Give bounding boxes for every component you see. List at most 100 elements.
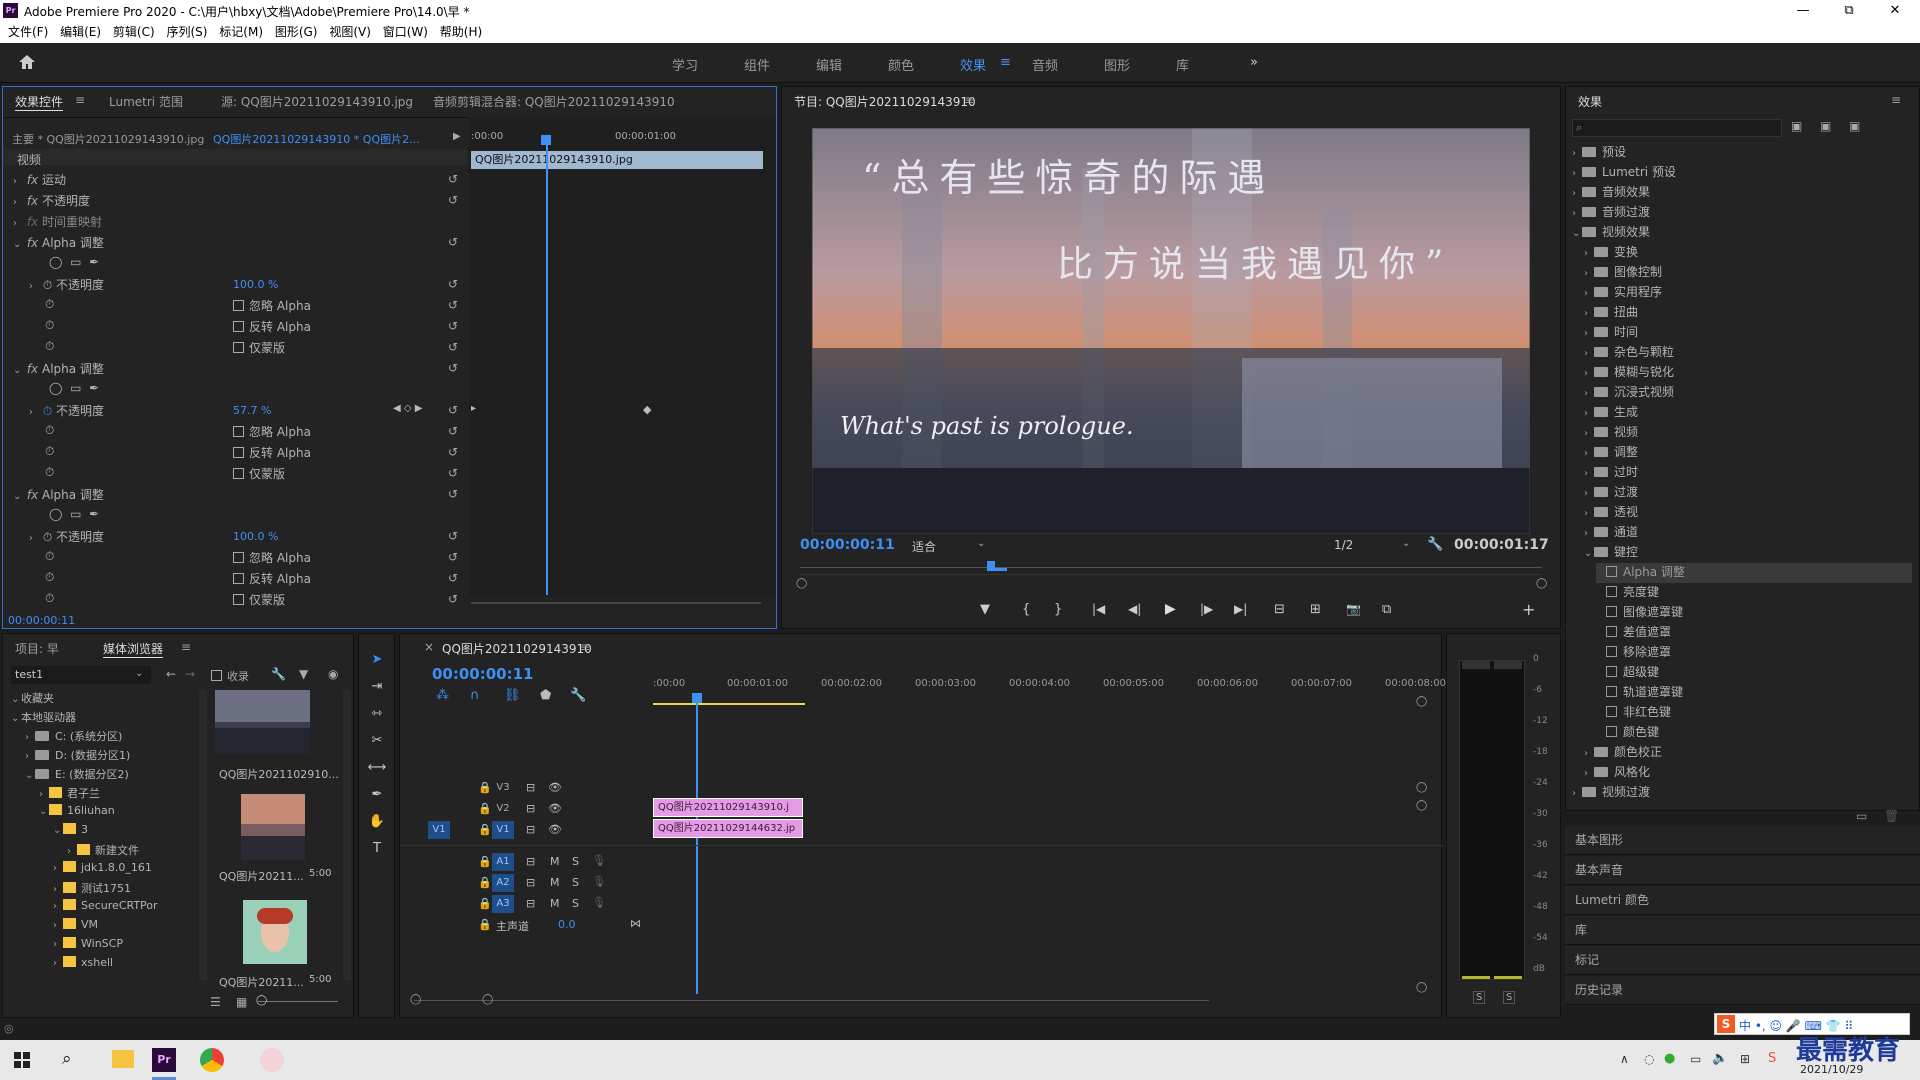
collapse-chevron-icon[interactable]: › [1584, 328, 1594, 339]
linked-selection-icon[interactable]: ⛓ [504, 688, 521, 703]
checkbox-invert-alpha-2[interactable] [233, 447, 244, 458]
media-tree-item[interactable]: › jdk1.8.0_161 [53, 861, 152, 881]
tray-icon-1[interactable]: ◌ [1644, 1052, 1654, 1066]
collapse-chevron-icon[interactable]: › [1584, 428, 1594, 439]
wrench-icon[interactable]: 🔧 [271, 667, 286, 681]
collapsed-panel-1[interactable]: 基本声音 [1565, 856, 1920, 885]
media-tree-item[interactable]: › D: (数据分区1) [25, 747, 130, 767]
accelerated-effects-icon[interactable]: ▣ [1791, 119, 1802, 133]
video-effects-category[interactable]: › 透视 [1584, 503, 1912, 523]
program-scrub-bar[interactable] [800, 567, 1542, 568]
reset-icon[interactable]: ↺ [448, 592, 458, 606]
collapse-chevron-icon[interactable]: › [1584, 368, 1594, 379]
sync-lock-icon[interactable]: ⊟ [526, 781, 535, 794]
tab-lumetri-scopes[interactable]: Lumetri 范围 [109, 93, 183, 110]
chrome-icon[interactable] [200, 1048, 224, 1072]
scroll-end-handle[interactable]: ◯ [1536, 578, 1547, 589]
work-area-bar[interactable] [653, 703, 805, 705]
keying-effect[interactable]: 轨道遮罩键 [1596, 683, 1912, 703]
reset-icon[interactable]: ↺ [448, 319, 458, 333]
collapsed-panel-0[interactable]: 基本图形 [1565, 826, 1920, 855]
workspace-audio[interactable]: 音频 [1032, 55, 1058, 74]
tab-audio-clip-mixer[interactable]: 音频剪辑混合器: QQ图片20211029143910 [433, 93, 675, 110]
opacity-value-2[interactable]: 57.7 % [233, 404, 271, 417]
extract-button[interactable]: ⊞ [1310, 602, 1321, 617]
menu-window[interactable]: 窗口(W) [383, 25, 428, 39]
keying-effect[interactable]: Alpha 调整 [1596, 563, 1912, 583]
menu-marker[interactable]: 标记(M) [219, 25, 263, 39]
video-effects-category[interactable]: › 颜色校正 [1584, 743, 1912, 763]
reset-icon[interactable]: ↺ [448, 172, 458, 186]
lock-icon[interactable]: 🔒 [478, 855, 492, 868]
ingest-checkbox[interactable] [211, 670, 222, 681]
ellipse-mask-icon[interactable]: ◯ [49, 255, 62, 269]
v-scroll-handle-mid[interactable]: ◯ [1416, 782, 1427, 793]
menu-edit[interactable]: 编辑(E) [60, 25, 101, 39]
search-taskbar-icon[interactable]: ⌕ [62, 1049, 72, 1069]
tray-icon-2[interactable]: ● [1664, 1051, 1675, 1066]
menu-graphics[interactable]: 图形(G) [275, 25, 318, 39]
collapse-chevron-icon[interactable]: › [1572, 788, 1582, 799]
h-scroll-start-handle[interactable]: ◯ [410, 994, 421, 1005]
resolution-dropdown[interactable]: 1/2 [1334, 538, 1353, 552]
media-tree-item[interactable]: › xshell [53, 956, 113, 976]
v-scroll-handle-bottom[interactable]: ◯ [1416, 982, 1427, 993]
expand-chevron-icon[interactable]: ⌄ [1572, 228, 1582, 239]
video-effects-category[interactable]: › 过时 [1584, 463, 1912, 483]
v-scroll-handle-top[interactable]: ◯ [1416, 696, 1427, 707]
pen-tool-icon[interactable]: ✒ [367, 787, 387, 805]
reset-icon[interactable]: ↺ [448, 298, 458, 312]
wrench-icon[interactable]: 🔧 [1427, 537, 1443, 552]
reset-icon[interactable]: ↺ [448, 445, 458, 459]
lift-button[interactable]: ⊟ [1274, 602, 1285, 617]
video-effects-category[interactable]: › 扭曲 [1584, 303, 1912, 323]
back-arrow-icon[interactable]: ← [166, 667, 176, 681]
video-effects-category[interactable]: › 变换 [1584, 243, 1912, 263]
menu-clip[interactable]: 剪辑(C) [113, 25, 155, 39]
type-tool-icon[interactable]: T [367, 841, 387, 859]
reset-icon[interactable]: ↺ [448, 466, 458, 480]
solo-button[interactable]: S [572, 876, 579, 889]
go-to-out-button[interactable]: ▶| [1234, 602, 1247, 616]
location-chevron-icon[interactable]: ⌄ [135, 668, 143, 679]
source-patch-v1[interactable]: V1 [428, 821, 450, 839]
ec-clip-bar[interactable]: QQ图片20211029143910.jpg [471, 151, 763, 169]
rect-mask-icon[interactable]: ▭ [70, 255, 81, 269]
chevron-icon[interactable]: ⌄ [11, 713, 21, 724]
collapse-chevron-icon[interactable]: › [1584, 288, 1594, 299]
workspace-editing[interactable]: 编辑 [816, 55, 842, 74]
chevron-icon[interactable]: › [53, 920, 63, 931]
menu-help[interactable]: 帮助(H) [440, 25, 482, 39]
media-tree-item[interactable]: › 新建文件 [67, 842, 139, 862]
video-effects-category[interactable]: › 图像控制 [1584, 263, 1912, 283]
opacity-value-3[interactable]: 100.0 % [233, 530, 278, 543]
ec-playhead[interactable] [546, 135, 548, 595]
timeline-ruler[interactable]: :00:00 00:00:01:00 00:00:02:00 00:00:03:00 0… [653, 674, 1446, 696]
ec-playhead-handle[interactable] [541, 135, 551, 145]
windows-start-icon[interactable] [14, 1052, 31, 1069]
effect-alpha-adjust-1[interactable]: Alpha 调整 [42, 236, 104, 250]
sync-lock-icon[interactable]: ⊟ [526, 876, 535, 889]
keyframe-nav[interactable]: ◀ ◇ ▶ [393, 403, 422, 414]
collapse-chevron-icon[interactable]: › [1572, 188, 1582, 199]
eye-icon[interactable]: 👁 [548, 823, 562, 836]
ellipse-mask-icon[interactable]: ◯ [49, 381, 62, 395]
video-effects-category[interactable]: › 过渡 [1584, 483, 1912, 503]
effects-category[interactable]: › 预设 [1572, 143, 1912, 163]
lock-icon[interactable]: 🔒 [478, 897, 492, 910]
video-effects-category[interactable]: › 时间 [1584, 323, 1912, 343]
keying-effect[interactable]: 超级键 [1596, 663, 1912, 683]
razor-tool-icon[interactable]: ✂ [367, 733, 387, 751]
effect-time-remap[interactable]: 时间重映射 [42, 215, 102, 229]
tab-project[interactable]: 项目: 早 [15, 640, 59, 657]
maximize-button[interactable]: ⧉ [1826, 0, 1872, 22]
timeline-menu-icon[interactable]: ≡ [580, 640, 590, 654]
home-icon[interactable] [18, 54, 36, 70]
rect-mask-icon[interactable]: ▭ [70, 381, 81, 395]
media-tree-item[interactable]: ⌄ E: (数据分区2) [25, 766, 129, 786]
minimize-button[interactable]: — [1780, 0, 1826, 22]
chevron-icon[interactable]: › [53, 958, 63, 969]
keying-effect[interactable]: 图像遮罩键 [1596, 603, 1912, 623]
add-marker-button[interactable]: ▼ [980, 602, 990, 617]
collapse-chevron-icon[interactable]: › [1584, 308, 1594, 319]
